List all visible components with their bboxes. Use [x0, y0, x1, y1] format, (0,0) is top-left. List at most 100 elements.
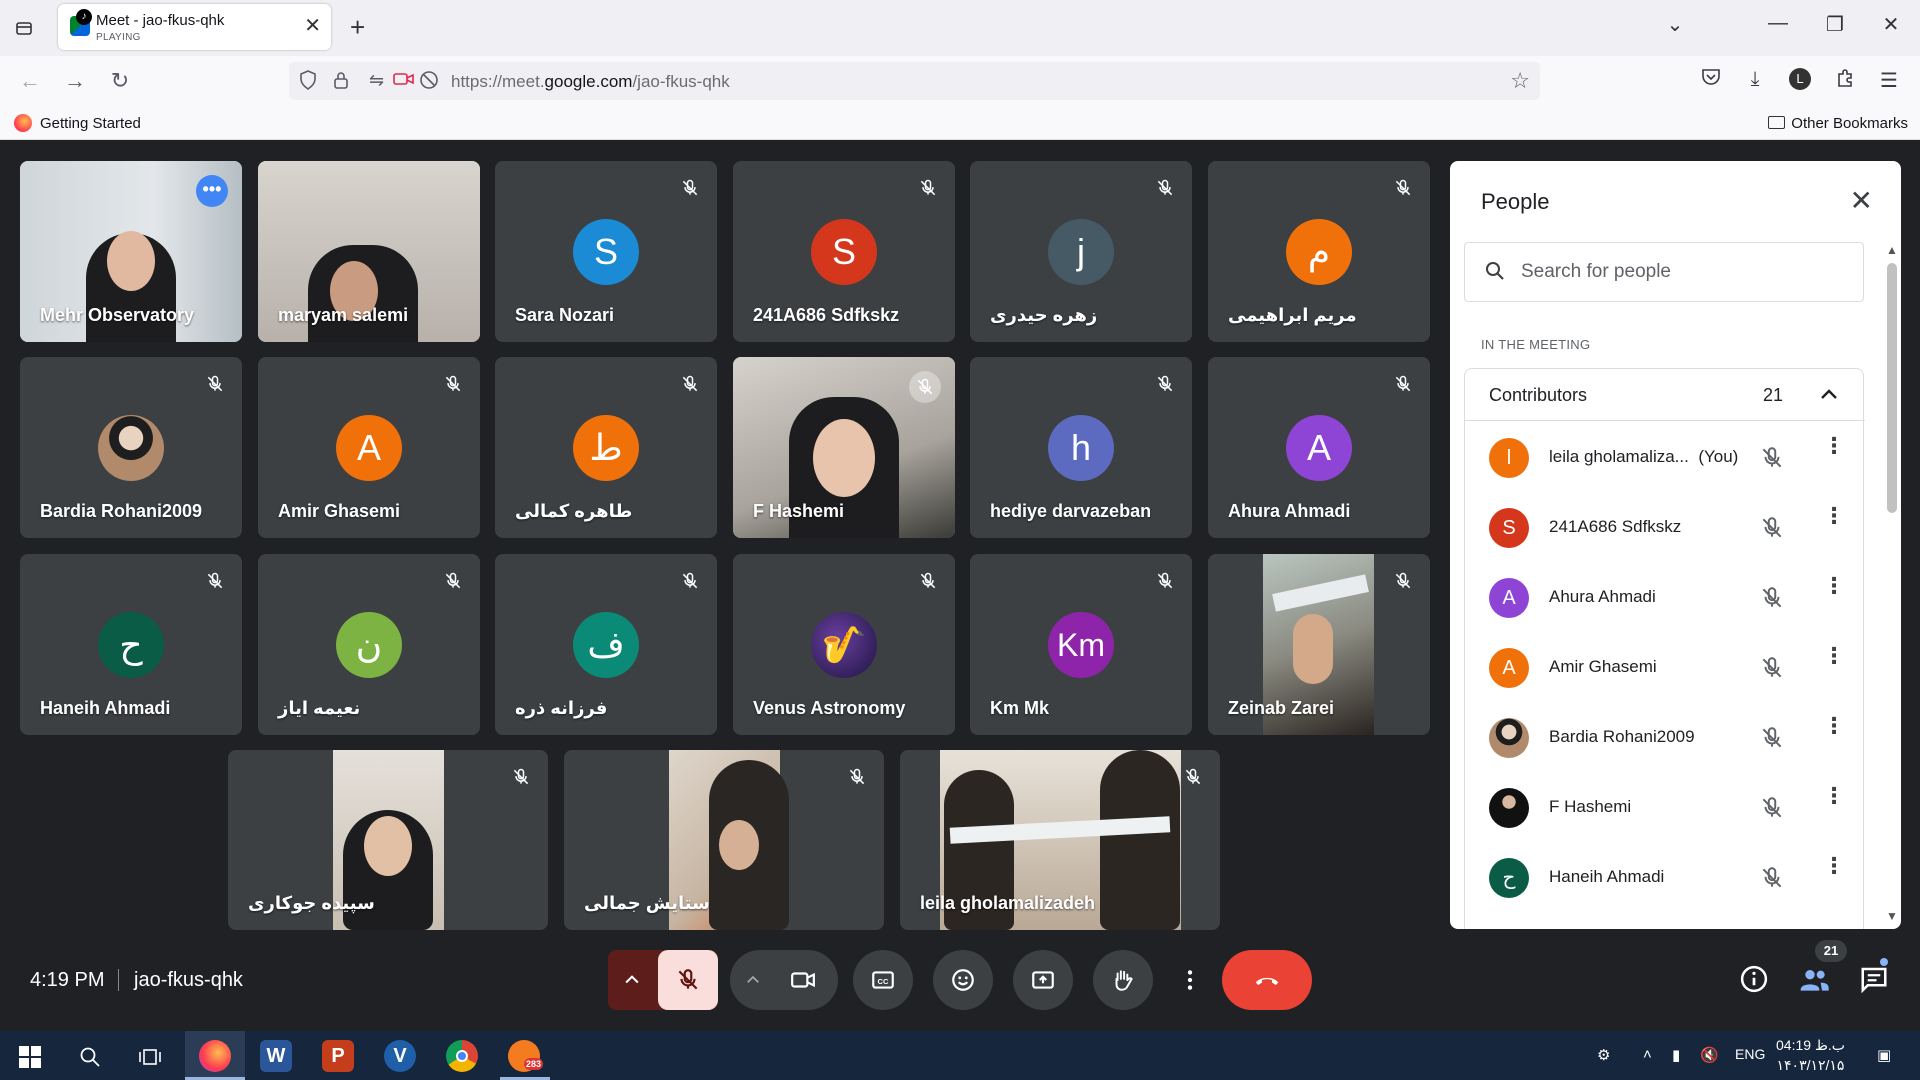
chrome-taskbar-icon[interactable]	[446, 1040, 478, 1072]
person-row[interactable]: l leila gholamaliza... (You) ⋮	[1465, 423, 1865, 493]
windows-start-icon[interactable]	[10, 1037, 50, 1077]
muted-mic-icon[interactable]	[1759, 725, 1785, 751]
notifications-icon[interactable]: ▣	[1877, 1046, 1891, 1064]
participant-tile[interactable]: leila gholamalizadeh	[900, 750, 1220, 930]
person-row[interactable]: ح Haneih Ahmadi ⋮	[1465, 843, 1865, 913]
more-vert-icon[interactable]: ⋮	[1823, 715, 1845, 737]
participant-tile[interactable]: 🎷 Venus Astronomy	[733, 554, 955, 735]
restore-button[interactable]: ❐	[1820, 12, 1850, 37]
permissions-icon[interactable]: ⇋	[369, 70, 384, 91]
person-row[interactable]: A Amir Ghasemi ⋮	[1465, 633, 1865, 703]
autoplay-blocked-icon[interactable]	[419, 70, 439, 95]
leave-call-button[interactable]	[1222, 950, 1312, 1010]
participant-tile[interactable]: S Sara Nozari	[495, 161, 717, 342]
captions-button[interactable]: CC	[853, 950, 913, 1010]
lock-icon[interactable]	[333, 70, 349, 95]
new-tab-button[interactable]: +	[350, 12, 365, 43]
more-options-button[interactable]: •••	[196, 175, 228, 207]
person-row[interactable]: F Hashemi ⋮	[1465, 773, 1865, 843]
participant-tile[interactable]: h hediye darvazeban	[970, 357, 1192, 538]
participant-tile[interactable]: Km Km Mk	[970, 554, 1192, 735]
tab-list-icon[interactable]	[10, 14, 38, 42]
mic-toggle-button[interactable]	[658, 950, 718, 1010]
search-people[interactable]	[1464, 242, 1864, 302]
bookmark-star-icon[interactable]: ☆	[1510, 68, 1530, 94]
account-avatar-icon[interactable]: L	[1786, 68, 1814, 96]
participant-tile[interactable]: ح Haneih Ahmadi	[20, 554, 242, 735]
people-icon[interactable]	[1798, 964, 1830, 996]
tab-close-icon[interactable]: ✕	[304, 16, 321, 36]
powerpoint-taskbar-icon[interactable]: P	[322, 1040, 354, 1072]
participant-tile[interactable]: A Amir Ghasemi	[258, 357, 480, 538]
vpn-taskbar-icon[interactable]: V	[384, 1040, 416, 1072]
system-clock[interactable]: 04:19 ب.ظ ۱۴۰۳/۱۲/۱۵	[1776, 1035, 1845, 1075]
volume-muted-icon[interactable]: 🔇	[1700, 1046, 1719, 1064]
person-row[interactable]: A Ahura Ahmadi ⋮	[1465, 563, 1865, 633]
messenger-taskbar-icon[interactable]: 283	[508, 1040, 544, 1072]
downloads-icon[interactable]: ⤓	[1741, 68, 1769, 96]
participant-tile[interactable]: A Ahura Ahmadi	[1208, 357, 1430, 538]
task-view-icon[interactable]	[130, 1037, 170, 1077]
participant-tile[interactable]: ط طاهره کمالی	[495, 357, 717, 538]
menu-hamburger-icon[interactable]: ☰	[1875, 68, 1903, 96]
pocket-icon[interactable]	[1697, 68, 1725, 96]
more-options-button[interactable]	[1170, 950, 1210, 1010]
participant-tile[interactable]: ف فرزانه ذره	[495, 554, 717, 735]
url-text[interactable]: https://meet.google.com/jao-fkus-qhk	[451, 72, 730, 92]
firefox-taskbar-icon[interactable]	[199, 1040, 231, 1072]
chevron-up-icon[interactable]	[1819, 381, 1839, 407]
panel-scrollbar[interactable]: ▲ ▼	[1885, 243, 1899, 923]
participant-tile[interactable]: Zeinab Zarei	[1208, 554, 1430, 735]
other-bookmarks[interactable]: Other Bookmarks	[1768, 115, 1908, 132]
muted-mic-icon[interactable]	[1759, 515, 1785, 541]
forward-button[interactable]: →	[60, 66, 90, 96]
browser-tab[interactable]: ♪ Meet - jao-fkus-qhk PLAYING ✕	[58, 4, 331, 50]
battery-icon[interactable]: ▮	[1672, 1046, 1680, 1064]
participant-tile[interactable]: S 241A686 Sdfkskz	[733, 161, 955, 342]
close-window-button[interactable]: ✕	[1876, 12, 1906, 37]
more-vert-icon[interactable]: ⋮	[1823, 645, 1845, 667]
reactions-button[interactable]	[933, 950, 993, 1010]
more-vert-icon[interactable]: ⋮	[1823, 505, 1845, 527]
muted-mic-icon[interactable]	[1759, 585, 1785, 611]
search-icon[interactable]	[70, 1037, 110, 1077]
participant-tile[interactable]: م مریم ابراهیمی	[1208, 161, 1430, 342]
contributors-header[interactable]: Contributors 21	[1465, 369, 1865, 421]
back-button[interactable]: ←	[15, 66, 45, 96]
scroll-down-icon[interactable]: ▼	[1885, 909, 1899, 923]
raise-hand-button[interactable]	[1093, 950, 1153, 1010]
audio-playing-icon[interactable]: ♪	[76, 9, 92, 25]
video-settings-button[interactable]	[730, 950, 838, 1010]
shield-icon[interactable]	[299, 70, 317, 95]
more-vert-icon[interactable]: ⋮	[1823, 855, 1845, 877]
show-hidden-icons-chevron[interactable]: ˄	[1643, 1046, 1652, 1063]
muted-mic-icon[interactable]	[1759, 655, 1785, 681]
camera-sharing-icon[interactable]	[393, 70, 415, 93]
participant-tile[interactable]: سپیده جوکاری	[228, 750, 548, 930]
participant-tile[interactable]: ستایش جمالی	[564, 750, 884, 930]
person-row[interactable]: S 241A686 Sdfkskz ⋮	[1465, 493, 1865, 563]
extensions-icon[interactable]	[1831, 68, 1859, 96]
more-vert-icon[interactable]: ⋮	[1823, 785, 1845, 807]
participant-tile[interactable]: F Hashemi	[733, 357, 955, 538]
scroll-up-icon[interactable]: ▲	[1885, 243, 1899, 257]
participant-tile[interactable]: j زهره حیدری	[970, 161, 1192, 342]
reload-button[interactable]: ↻	[105, 66, 135, 96]
bookmark-getting-started[interactable]: Getting Started	[40, 115, 141, 132]
muted-mic-icon[interactable]	[1759, 865, 1785, 891]
more-vert-icon[interactable]: ⋮	[1823, 575, 1845, 597]
word-taskbar-icon[interactable]: W	[260, 1040, 292, 1072]
search-input[interactable]	[1521, 258, 1841, 286]
close-panel-icon[interactable]: ✕	[1850, 187, 1873, 215]
participant-tile[interactable]: maryam salemi	[258, 161, 480, 342]
present-screen-button[interactable]	[1013, 950, 1073, 1010]
meeting-info-icon[interactable]	[1739, 964, 1771, 996]
person-row[interactable]: Bardia Rohani2009 ⋮	[1465, 703, 1865, 773]
muted-mic-icon[interactable]	[1759, 445, 1785, 471]
language-indicator[interactable]: ENG	[1735, 1046, 1765, 1062]
chat-icon[interactable]	[1859, 964, 1891, 996]
minimize-button[interactable]: —	[1763, 12, 1793, 35]
scroll-thumb[interactable]	[1887, 263, 1897, 513]
participant-tile[interactable]: ••• Mehr Observatory	[20, 161, 242, 342]
participant-tile[interactable]: ن نعیمه ایاز	[258, 554, 480, 735]
